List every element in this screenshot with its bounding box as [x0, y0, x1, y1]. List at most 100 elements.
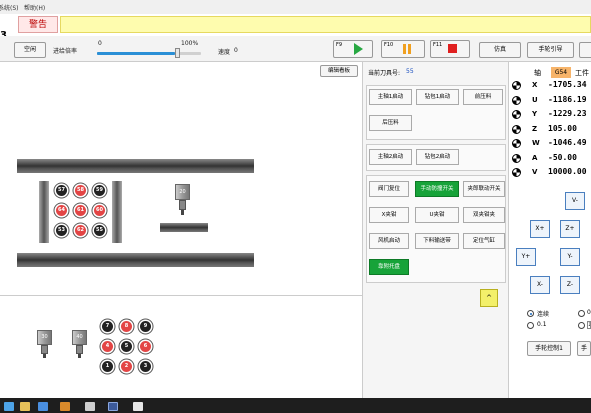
start-icon[interactable]	[4, 402, 14, 411]
top-rail	[17, 159, 254, 173]
radio-right-b[interactable]	[578, 322, 585, 329]
stop-button[interactable]: F11	[430, 40, 470, 58]
feed-rate-label: 进给倍率	[53, 48, 78, 55]
f10-key-label: F10	[384, 42, 394, 48]
axis-status-icon	[512, 95, 521, 105]
axis-name: V	[532, 168, 538, 176]
current-tool-value: 55	[406, 68, 414, 75]
step-input[interactable]: 1	[587, 321, 591, 329]
radio-right-a-label: 0	[587, 309, 591, 316]
clamp-link-switch-button[interactable]: 夹郎联动开关	[463, 181, 505, 197]
magazine-bottom-pin: 1	[102, 361, 113, 372]
alarm-tab[interactable]: 警告	[18, 16, 58, 33]
axis-name: Y	[532, 110, 538, 118]
front-press-button[interactable]: 前压料	[463, 89, 503, 105]
spindle-tool: 20	[175, 184, 190, 200]
menu-system[interactable]: 系统(S)	[0, 3, 19, 12]
coord-badge[interactable]: G54	[551, 67, 571, 78]
file-explorer-icon[interactable]	[20, 402, 30, 411]
slider-max-label: 100%	[181, 40, 199, 47]
spindle2-start-button[interactable]: 主轴2启动	[369, 149, 412, 165]
app-icon-blue[interactable]	[38, 402, 48, 411]
tool-30-tip	[43, 354, 46, 358]
double-clamp-button[interactable]: 双夹钳夹	[463, 207, 505, 223]
discharge-conveyor-button[interactable]: 下料输送带	[415, 233, 459, 249]
axis-value: -50.00	[548, 152, 577, 162]
fan-start-button[interactable]: 风机启动	[369, 233, 409, 249]
magazine-top-pin: 62	[75, 225, 86, 236]
pallet-button[interactable]: 靠附托盘	[369, 259, 409, 275]
simulate-button[interactable]: 仿真	[479, 42, 521, 58]
spindle1-start-button[interactable]: 主轴1启动	[369, 89, 412, 105]
axis-status-icon	[512, 139, 521, 148]
current-tool-label: 当前刀具号:	[368, 70, 401, 77]
spindle-tool-shank	[179, 200, 186, 210]
magazine-bottom-pin: 6	[140, 341, 151, 352]
axis-name: W	[532, 139, 540, 147]
x-clamp-button[interactable]: X夹钳	[369, 207, 409, 223]
magazine-bottom-pin: 5	[121, 341, 132, 352]
radio-right-a[interactable]	[578, 310, 585, 317]
edit-board-button[interactable]: 编辑看板	[320, 65, 358, 77]
workpiece-bar	[160, 223, 208, 232]
speed-label: 速度	[218, 49, 231, 56]
axis-row-y: Y -1229.23	[512, 109, 591, 122]
pause-button[interactable]: F10	[381, 40, 425, 58]
drill1-start-button[interactable]: 钻包1启动	[416, 89, 459, 105]
app-icon-grey[interactable]	[85, 402, 95, 411]
speed-value: 0	[234, 47, 238, 54]
jog-x-plus-button[interactable]: X+	[530, 220, 550, 238]
active-app-icon[interactable]	[108, 402, 118, 411]
feed-rate-slider-thumb[interactable]	[175, 48, 180, 58]
left-clamp	[39, 181, 49, 243]
magazine-bottom-pin: 7	[102, 321, 113, 332]
anti-collision-switch-button[interactable]: 手动防撞开关	[415, 181, 459, 197]
jog-y-minus-button[interactable]: Y-	[560, 248, 580, 266]
jog-z-minus-button[interactable]: Z-	[560, 276, 580, 294]
f11-key-label: F11	[433, 42, 443, 48]
magazine-bottom-pin: 3	[140, 361, 151, 372]
alarm-message-strip	[60, 16, 591, 33]
drill2-start-button[interactable]: 钻包2启动	[416, 149, 459, 165]
jog-x-minus-button[interactable]: X-	[530, 276, 550, 294]
axis-name: X	[532, 81, 538, 89]
u-clamp-button[interactable]: U夹钳	[415, 207, 459, 223]
axis-status-icon	[512, 124, 521, 134]
positioning-cylinder-button[interactable]: 定位气缸	[463, 233, 505, 249]
handwheel-control-button-2[interactable]: 手	[577, 341, 591, 356]
handwheel-guide-button[interactable]: 手轮引导	[527, 42, 574, 58]
axis-header: 轴	[534, 69, 541, 77]
tool-40-tip	[78, 354, 81, 358]
radio-step-label: 0.1	[537, 321, 547, 328]
radio-step[interactable]	[527, 322, 534, 329]
mode-button[interactable]: 空闲	[14, 42, 46, 58]
axis-status-icon	[512, 153, 521, 163]
magazine-top-pin: 61	[75, 205, 86, 216]
axis-name: A	[532, 153, 538, 162]
expand-up-icon[interactable]: ^	[480, 289, 498, 307]
radio-continuous[interactable]	[527, 310, 534, 317]
axis-value: 105.00	[548, 123, 577, 133]
axis-name: U	[532, 95, 538, 104]
app-icon-light[interactable]	[133, 402, 143, 411]
axis-name: Z	[532, 124, 538, 133]
start-button[interactable]: F9	[333, 40, 373, 58]
tool-40-shank	[76, 345, 83, 354]
axis-value: -1229.23	[548, 109, 587, 118]
jog-v-minus-button[interactable]: V-	[565, 192, 585, 210]
handwheel-control-button[interactable]: 手轮控制1	[527, 341, 571, 356]
spindle-tool-tip	[181, 210, 184, 215]
axis-value: -1046.49	[548, 138, 587, 147]
rear-press-button[interactable]: 后压料	[369, 115, 412, 131]
tool-30-shank	[41, 345, 48, 354]
axis-status-icon	[512, 110, 521, 119]
app-icon-orange[interactable]	[60, 402, 70, 411]
axis-status-icon	[512, 81, 521, 90]
magazine-top-pin: 53	[56, 225, 67, 236]
menu-help[interactable]: 帮助(H)	[24, 3, 45, 12]
valve-reset-button[interactable]: 阀门复位	[369, 181, 409, 197]
toolbar-overflow-button[interactable]	[579, 42, 591, 58]
jog-y-plus-button[interactable]: Y+	[516, 248, 536, 266]
jog-z-plus-button[interactable]: Z+	[560, 220, 580, 238]
pause-icon	[403, 44, 406, 54]
